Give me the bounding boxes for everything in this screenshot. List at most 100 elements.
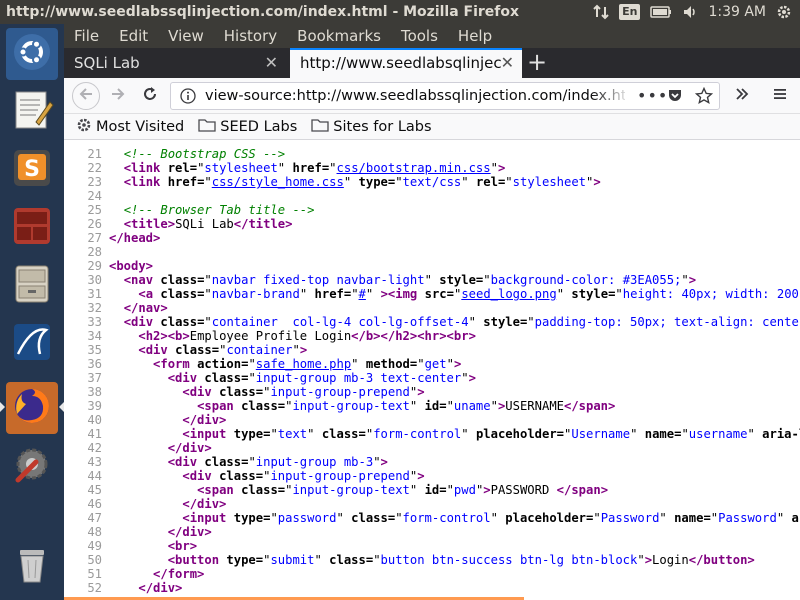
hamburger-menu-icon xyxy=(772,86,788,106)
launcher-sublime-text[interactable]: S xyxy=(6,144,58,196)
reload-button[interactable] xyxy=(136,82,164,110)
back-button[interactable] xyxy=(72,82,100,110)
bookmark-label: Sites for Labs xyxy=(333,118,432,135)
source-viewer[interactable]: 21 <!-- Bootstrap CSS --> 22 <link rel="s… xyxy=(64,141,800,600)
line-number: 39 xyxy=(87,399,102,413)
launcher-terminal[interactable] xyxy=(6,202,58,254)
tab-view-source[interactable]: http://www.seedlabsqlinjec ✕ xyxy=(290,48,522,78)
volume-icon[interactable] xyxy=(682,4,698,20)
source-code: <span class="input-group-text" id="uname… xyxy=(197,399,616,413)
terminal-icon xyxy=(10,204,54,252)
launcher-dash-button[interactable] xyxy=(6,28,58,80)
clock[interactable]: 1:39 AM xyxy=(708,0,766,24)
bookmark-star-icon[interactable] xyxy=(694,86,714,109)
line-number: 47 xyxy=(87,511,102,525)
back-arrow-icon xyxy=(78,86,94,106)
pocket-icon[interactable] xyxy=(667,88,683,108)
firefox-icon xyxy=(10,384,54,432)
source-code: <link rel="stylesheet" href="css/bootstr… xyxy=(123,161,506,175)
source-code: <div class="input-group mb-3"> xyxy=(167,455,388,469)
source-code: <div class="input-group-prepend"> xyxy=(182,469,425,483)
window-titlebar: http://www.seedlabssqlinjection.com/inde… xyxy=(0,0,800,24)
tab-label: SQLi Lab xyxy=(74,54,140,72)
trash-icon xyxy=(10,542,54,590)
line-number: 52 xyxy=(87,581,102,595)
folder-icon xyxy=(311,117,333,137)
settings-wrench-icon xyxy=(10,442,54,490)
line-number: 36 xyxy=(87,357,102,371)
source-code: <div class="input-group-prepend"> xyxy=(182,385,425,399)
menu-bookmarks[interactable]: Bookmarks xyxy=(297,27,381,45)
network-icon[interactable] xyxy=(593,4,609,20)
menu-history[interactable]: History xyxy=(224,27,277,45)
firefox-window: File Edit View History Bookmarks Tools H… xyxy=(64,24,800,600)
menu-tools[interactable]: Tools xyxy=(401,27,438,45)
source-code: <a class="navbar-brand" href="#" ><img s… xyxy=(138,287,800,301)
bookmark-most-visited[interactable]: Most Visited xyxy=(76,117,184,137)
new-tab-button[interactable]: + xyxy=(522,48,552,78)
launcher-files[interactable] xyxy=(6,260,58,312)
bookmark-folder-sites-for-labs[interactable]: Sites for Labs xyxy=(311,117,432,137)
system-tray: En 1:39 AM xyxy=(593,0,800,24)
source-code: </div> xyxy=(167,525,212,539)
folder-icon xyxy=(198,117,220,137)
line-number: 31 xyxy=(87,287,102,301)
line-number: 21 xyxy=(87,147,102,161)
source-code: </div> xyxy=(182,497,227,511)
launcher-text-editor[interactable] xyxy=(6,86,58,138)
chevron-double-right-icon xyxy=(734,86,750,106)
line-number: 26 xyxy=(87,217,102,231)
source-code: <body> xyxy=(109,259,154,273)
window-title: http://www.seedlabssqlinjection.com/inde… xyxy=(6,4,520,20)
open-menu-button[interactable] xyxy=(766,82,794,110)
settings-gear-icon[interactable] xyxy=(776,4,792,20)
line-number: 24 xyxy=(87,189,102,203)
page-actions-menu-icon[interactable]: ••• xyxy=(637,86,668,105)
source-code: </div> xyxy=(167,441,212,455)
close-tab-icon[interactable]: ✕ xyxy=(501,50,514,76)
source-code: </nav> xyxy=(123,301,168,315)
line-number: 30 xyxy=(87,273,102,287)
line-number: 43 xyxy=(87,455,102,469)
menu-help[interactable]: Help xyxy=(458,27,492,45)
menu-edit[interactable]: Edit xyxy=(119,27,148,45)
menubar: File Edit View History Bookmarks Tools H… xyxy=(64,24,800,48)
tab-sqli-lab[interactable]: SQLi Lab ✕ xyxy=(64,48,286,78)
forward-button[interactable] xyxy=(104,82,132,110)
source-code: <title>SQLi Lab</title> xyxy=(123,217,293,231)
navigation-toolbar: view-source:http://www.seedlabssqlinject… xyxy=(64,78,800,114)
forward-arrow-icon xyxy=(110,86,126,106)
source-code: </head> xyxy=(109,231,161,245)
source-code: <input type="password" class="form-contr… xyxy=(182,511,800,525)
bookmark-folder-seed-labs[interactable]: SEED Labs xyxy=(198,117,297,137)
line-number: 38 xyxy=(87,385,102,399)
source-code: <h2><b>Employee Profile Login</b></h2><h… xyxy=(138,329,476,343)
launcher-system-settings[interactable] xyxy=(6,440,58,492)
menu-view[interactable]: View xyxy=(168,27,204,45)
sublime-text-icon: S xyxy=(10,146,54,194)
launcher-trash[interactable] xyxy=(6,540,58,592)
source-code: <div class="container col-lg-4 col-lg-of… xyxy=(123,315,800,329)
plus-icon: + xyxy=(526,48,548,76)
bookmark-label: Most Visited xyxy=(96,118,185,135)
line-number: 49 xyxy=(87,539,102,553)
launcher-wireshark[interactable] xyxy=(6,318,58,370)
menu-file[interactable]: File xyxy=(74,27,99,45)
battery-icon[interactable] xyxy=(650,5,672,19)
url-bar[interactable]: view-source:http://www.seedlabssqlinject… xyxy=(170,82,720,110)
line-number: 45 xyxy=(87,483,102,497)
site-info-icon[interactable] xyxy=(180,88,196,108)
source-code: <br> xyxy=(167,539,198,553)
close-tab-icon[interactable]: ✕ xyxy=(265,48,278,78)
source-code: <div class="container"> xyxy=(138,343,308,357)
line-number: 46 xyxy=(87,497,102,511)
url-text[interactable]: view-source:http://www.seedlabssqlinject… xyxy=(205,83,625,109)
launcher-firefox[interactable] xyxy=(6,382,58,434)
keyboard-layout-indicator[interactable]: En xyxy=(619,4,641,20)
bookmark-label: SEED Labs xyxy=(220,118,298,135)
line-number: 33 xyxy=(87,315,102,329)
line-number: 25 xyxy=(87,203,102,217)
overflow-menu-button[interactable] xyxy=(728,82,756,110)
source-code: <button type="submit" class="button btn-… xyxy=(167,553,755,567)
tab-label: http://www.seedlabsqlinjec xyxy=(300,54,502,72)
